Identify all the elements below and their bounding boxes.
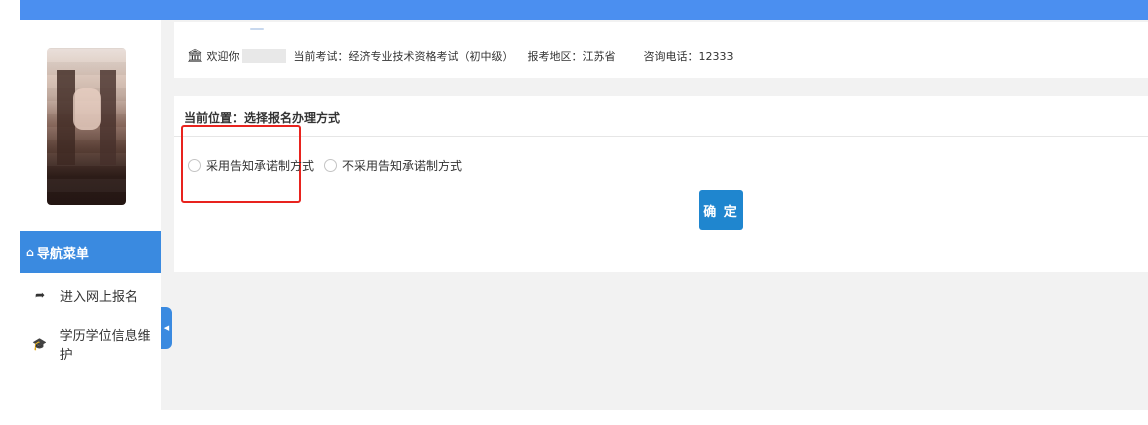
top-bar bbox=[20, 0, 1148, 20]
confirm-button[interactable]: 确 定 bbox=[699, 190, 743, 230]
radio-no-commitment-method[interactable]: 不采用告知承诺制方式 bbox=[324, 157, 462, 174]
sidebar: ⌂ 导航菜单 ➦ 进入网上报名 🎓 学历学位信息维护 bbox=[20, 20, 161, 410]
sidebar-collapse-toggle[interactable]: ◀ bbox=[161, 307, 172, 349]
welcome-label: 欢迎你 bbox=[206, 50, 240, 63]
method-panel: 当前位置：选择报名办理方式 采用告知承诺制方式 不采用告知承诺制方式 确 定 bbox=[174, 96, 1148, 272]
main-content: 🏛 欢迎你 当前考试：经济专业技术资格考试（初中级） 报考地区：江苏省 咨询电话… bbox=[161, 20, 1148, 410]
radio-label: 不采用告知承诺制方式 bbox=[342, 159, 463, 173]
radio-circle[interactable] bbox=[324, 159, 337, 172]
radio-commitment-method[interactable]: 采用告知承诺制方式 bbox=[188, 157, 314, 174]
current-exam: 当前考试：经济专业技术资格考试（初中级） bbox=[293, 50, 514, 63]
nav-menu-title: 导航菜单 bbox=[36, 246, 89, 262]
home-icon: ⌂ bbox=[26, 245, 34, 259]
info-bar: 🏛 欢迎你 当前考试：经济专业技术资格考试（初中级） 报考地区：江苏省 咨询电话… bbox=[174, 22, 1148, 78]
user-name-redacted bbox=[241, 49, 286, 63]
share-arrow-icon: ➦ bbox=[34, 288, 46, 302]
info-row: 🏛 欢迎你 当前考试：经济专业技术资格考试（初中级） 报考地区：江苏省 咨询电话… bbox=[187, 48, 734, 64]
sidebar-item-online-registration[interactable]: ➦ 进入网上报名 bbox=[20, 276, 161, 314]
radio-label: 采用告知承诺制方式 bbox=[206, 159, 315, 173]
divider bbox=[174, 136, 1148, 137]
graduation-cap-icon: 🎓 bbox=[32, 337, 48, 351]
chevron-left-icon: ◀ bbox=[163, 324, 170, 332]
sidebar-item-label: 进入网上报名 bbox=[60, 289, 139, 305]
region: 报考地区：江苏省 bbox=[527, 50, 616, 63]
breadcrumb: 当前位置：选择报名办理方式 bbox=[184, 111, 341, 125]
sidebar-item-label: 学历学位信息维护 bbox=[59, 329, 151, 363]
avatar bbox=[47, 48, 126, 205]
phone: 咨询电话：12333 bbox=[643, 50, 734, 63]
radio-circle[interactable] bbox=[188, 159, 201, 172]
sidebar-item-degree-info[interactable]: 🎓 学历学位信息维护 bbox=[20, 325, 161, 363]
nav-menu-header: ⌂ 导航菜单 bbox=[20, 231, 161, 273]
bank-icon: 🏛 bbox=[187, 48, 204, 64]
